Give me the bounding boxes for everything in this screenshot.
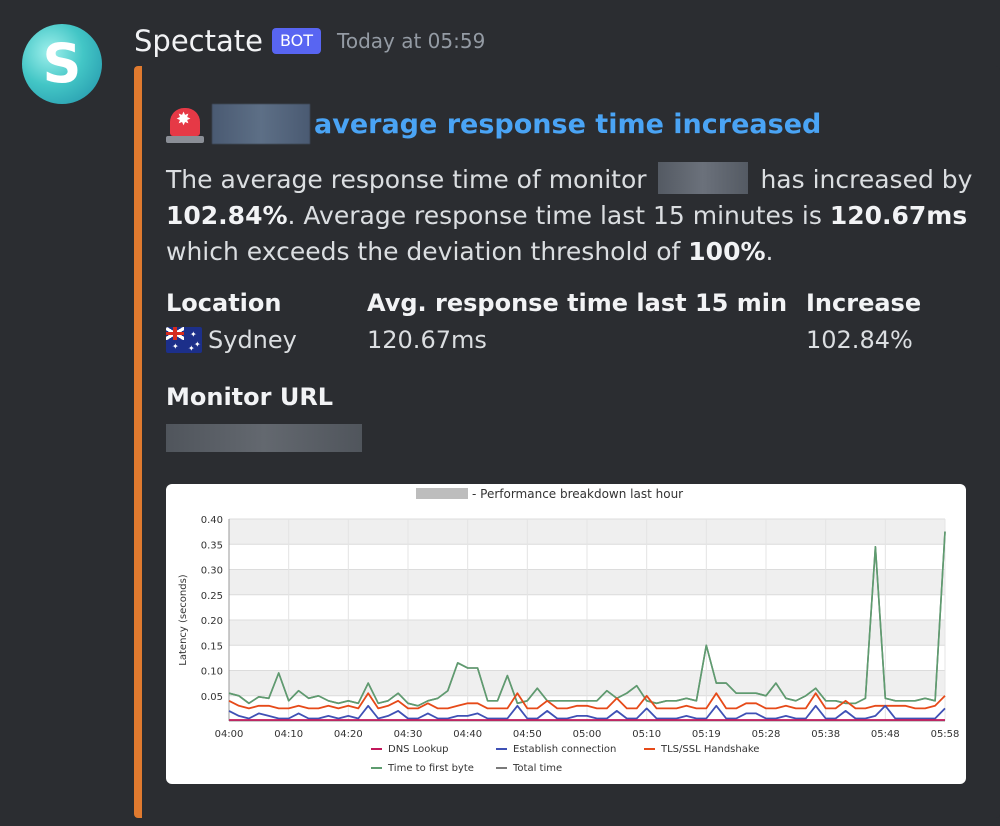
- message-header: Spectate BOT Today at 05:59: [134, 24, 485, 58]
- y-tick-label: 0.30: [201, 566, 223, 577]
- x-tick-label: 05:00: [573, 729, 602, 740]
- avg-response-field-value: 120.67ms: [367, 326, 487, 354]
- x-tick-label: 04:10: [274, 729, 303, 740]
- desc-text: . Average response time last 15 minutes …: [287, 201, 822, 230]
- field-increase: Increase 102.84%: [806, 288, 921, 358]
- message-timestamp[interactable]: Today at 05:59: [337, 29, 485, 53]
- redacted-chart-monitor-name: [416, 488, 468, 499]
- desc-text: .: [765, 237, 774, 266]
- threshold-value: 100%: [688, 237, 766, 266]
- bot-avatar[interactable]: S: [22, 24, 102, 104]
- author-name[interactable]: Spectate: [134, 24, 263, 58]
- field-monitor-url: Monitor URL: [166, 382, 362, 452]
- redacted-monitor-url[interactable]: [166, 424, 362, 452]
- field-name: Monitor URL: [166, 383, 334, 411]
- embed-title[interactable]: average response time increased: [166, 104, 821, 144]
- legend-label: DNS Lookup: [388, 744, 449, 755]
- redacted-monitor-inline: [658, 162, 749, 194]
- x-tick-label: 04:30: [394, 729, 423, 740]
- field-name: Avg. response time last 15 min: [367, 289, 788, 317]
- legend-label: Total time: [512, 763, 562, 774]
- y-tick-label: 0.35: [201, 540, 223, 551]
- y-tick-label: 0.15: [201, 641, 223, 652]
- x-tick-label: 04:40: [453, 729, 482, 740]
- embed-title-text[interactable]: average response time increased: [314, 109, 821, 140]
- y-axis-label: Latency (seconds): [178, 574, 189, 665]
- y-tick-label: 0.05: [201, 692, 223, 703]
- desc-text: has increased by: [760, 165, 973, 194]
- x-tick-label: 05:19: [692, 729, 721, 740]
- increase-percent: 102.84%: [166, 201, 288, 230]
- x-tick-label: 04:00: [215, 729, 244, 740]
- y-tick-label: 0.25: [201, 591, 223, 602]
- y-tick-label: 0.20: [201, 616, 223, 627]
- rotating-light-icon: [166, 104, 204, 144]
- performance-chart-image[interactable]: - Performance breakdown last hour 0.05 0.1…: [166, 484, 966, 784]
- x-tick-label: 05:38: [811, 729, 840, 740]
- field-value: ✦ ✦ ✦ ✦ Sydney: [166, 322, 297, 358]
- redacted-monitor-name: [212, 104, 310, 144]
- avatar-letter: S: [42, 32, 82, 95]
- embed-description: The average response time of monitor has…: [166, 162, 1000, 270]
- x-tick-label: 04:20: [334, 729, 363, 740]
- field-location: Location ✦ ✦ ✦ ✦ Sydney: [166, 288, 297, 358]
- alert-embed: average response time increased The aver…: [134, 66, 1000, 818]
- desc-text: The average response time of monitor: [166, 165, 647, 194]
- field-avg-response: Avg. response time last 15 min 120.67ms: [367, 288, 787, 358]
- embed-fields: Location ✦ ✦ ✦ ✦ Sydney Avg. response ti…: [166, 288, 1000, 358]
- australia-flag-icon: ✦ ✦ ✦ ✦: [166, 327, 202, 353]
- field-name: Location: [166, 289, 282, 317]
- location-value: Sydney: [208, 326, 297, 354]
- x-tick-label: 05:58: [931, 729, 960, 740]
- field-name: Increase: [806, 289, 922, 317]
- y-tick-label: 0.10: [201, 667, 223, 678]
- legend-label: Time to first byte: [387, 763, 474, 774]
- x-tick-label: 05:28: [752, 729, 781, 740]
- avg-response-value: 120.67ms: [829, 201, 968, 230]
- x-tick-label: 04:50: [513, 729, 542, 740]
- legend-label: Establish connection: [513, 744, 616, 755]
- bot-badge: BOT: [271, 28, 322, 54]
- desc-text: which exceeds the deviation threshold of: [166, 237, 681, 266]
- performance-chart: - Performance breakdown last hour 0.05 0.1…: [178, 487, 960, 774]
- x-tick-label: 05:10: [632, 729, 661, 740]
- x-tick-label: 05:48: [871, 729, 900, 740]
- legend-label: TLS/SSL Handshake: [660, 744, 759, 755]
- chart-title: - Performance breakdown last hour: [472, 487, 683, 501]
- increase-field-value: 102.84%: [806, 326, 913, 354]
- y-tick-label: 0.40: [201, 515, 223, 526]
